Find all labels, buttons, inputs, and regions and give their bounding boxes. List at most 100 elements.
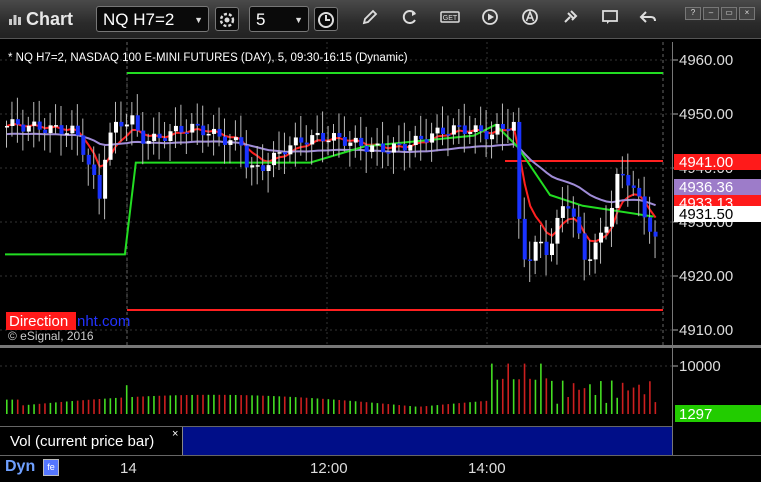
symbol-value: NQ H7=2 xyxy=(103,10,175,29)
volume-pane[interactable] xyxy=(0,348,672,426)
volume-bar xyxy=(534,379,537,414)
volume-bar xyxy=(87,399,90,414)
minimize-icon[interactable]: – xyxy=(703,7,719,20)
volume-bar xyxy=(458,403,460,414)
refresh-icon xyxy=(402,10,416,24)
candle-body xyxy=(375,143,380,146)
candle-body xyxy=(157,133,162,139)
candle-body xyxy=(114,121,118,133)
volume-bar xyxy=(213,394,215,414)
dynamic-toggle-icon[interactable]: fe xyxy=(43,459,59,476)
symbol-combo[interactable]: NQ H7=2 ▼ xyxy=(96,6,209,32)
candle-body xyxy=(490,134,495,140)
volume-bar xyxy=(164,395,166,414)
close-icon[interactable]: × xyxy=(172,428,178,440)
candle-body xyxy=(620,173,625,176)
candle-body xyxy=(615,173,620,208)
volume-bar xyxy=(556,403,559,414)
chart-window: Chart NQ H7=2 ▼ 5 ▼ GET ? – ▭ × * NQ H7=… xyxy=(0,0,761,482)
candle-body xyxy=(533,241,538,261)
volume-bar xyxy=(185,395,188,414)
candle-body xyxy=(277,152,282,154)
candle-body xyxy=(97,174,102,199)
candle-body xyxy=(332,133,336,141)
chevron-down-icon[interactable]: ▼ xyxy=(294,7,303,33)
play-button[interactable] xyxy=(478,7,502,31)
volume-bar xyxy=(273,396,275,414)
volume-bar xyxy=(414,406,417,414)
candle-body xyxy=(408,145,413,151)
candle-body xyxy=(119,121,124,127)
candle-body xyxy=(135,115,140,131)
time-button[interactable] xyxy=(314,7,338,31)
volume-bar xyxy=(382,403,384,414)
volume-axis[interactable]: 10000 1297 xyxy=(672,348,761,426)
alert-icon xyxy=(522,9,538,25)
volume-bar xyxy=(649,381,651,414)
candle-body xyxy=(304,142,309,145)
volume-bar xyxy=(196,394,199,414)
volume-bar xyxy=(289,396,291,414)
refresh-button[interactable] xyxy=(398,7,422,31)
candle-body xyxy=(244,145,249,168)
candle-body xyxy=(293,137,298,146)
volume-bar xyxy=(469,402,471,414)
title-bar: Chart NQ H7=2 ▼ 5 ▼ GET ? – ▭ × xyxy=(0,0,761,39)
candle-body xyxy=(588,259,593,261)
volume-bar xyxy=(180,395,182,414)
candle-body xyxy=(103,159,108,199)
price-pane[interactable]: * NQ H7=2, NASDAQ 100 E-MINI FUTURES (DA… xyxy=(0,42,672,345)
candle-body xyxy=(648,217,653,232)
alert-button[interactable] xyxy=(518,7,542,31)
study-label: Vol (current price bar) xyxy=(10,433,155,450)
time-axis[interactable]: Dyn fe 14 12:00 14:00 xyxy=(0,455,761,482)
volume-bar xyxy=(643,394,646,414)
link-button[interactable] xyxy=(558,7,582,31)
interval-combo[interactable]: 5 ▼ xyxy=(249,6,309,32)
candle-body xyxy=(342,136,347,146)
dynamic-label[interactable]: Dyn xyxy=(5,458,35,476)
link-icon xyxy=(564,10,578,23)
study-tab[interactable]: Vol (current price bar) × xyxy=(0,427,183,456)
candle-body xyxy=(239,137,244,146)
candle-body xyxy=(577,216,582,234)
volume-bar xyxy=(589,384,591,414)
message-button[interactable] xyxy=(598,7,622,31)
volume-bar xyxy=(229,394,232,414)
chevron-down-icon[interactable]: ▼ xyxy=(194,7,203,33)
candle-body xyxy=(75,125,80,136)
volume-bar xyxy=(354,401,357,414)
volume-bar xyxy=(403,405,406,414)
help-icon[interactable]: ? xyxy=(685,7,701,20)
candle-body xyxy=(32,121,37,126)
draw-tool-button[interactable] xyxy=(358,7,382,31)
volume-bar xyxy=(600,381,602,414)
candle-body xyxy=(495,123,500,135)
candle-body xyxy=(544,241,549,256)
candle-body xyxy=(108,132,113,160)
candle-body xyxy=(310,135,315,145)
candle-body xyxy=(397,143,402,145)
volume-bar xyxy=(578,389,580,414)
candle-body xyxy=(359,137,364,146)
settings-button[interactable] xyxy=(215,7,239,31)
candle-body xyxy=(468,131,473,134)
price-axis[interactable]: 4960.004950.004940.004930.004920.004910.… xyxy=(672,42,761,345)
candle-body xyxy=(446,134,451,136)
candle-body xyxy=(550,243,554,256)
candle-body xyxy=(70,125,75,134)
restore-icon[interactable]: ▭ xyxy=(721,7,737,20)
volume-bar xyxy=(104,398,106,414)
volume-chart[interactable] xyxy=(0,348,672,426)
candle-body xyxy=(81,135,86,155)
volume-bar xyxy=(16,399,19,414)
candle-body xyxy=(168,131,173,142)
price-chart[interactable]: * NQ H7=2, NASDAQ 100 E-MINI FUTURES (DA… xyxy=(0,42,672,345)
get-button[interactable]: GET xyxy=(438,7,462,31)
back-button[interactable] xyxy=(636,7,660,31)
volume-bar xyxy=(6,399,8,414)
close-icon[interactable]: × xyxy=(739,7,755,20)
candle-body xyxy=(609,207,614,227)
copyright: © eSignal, 2016 xyxy=(8,329,94,343)
price-tick-label: 4960.00 xyxy=(679,52,733,69)
